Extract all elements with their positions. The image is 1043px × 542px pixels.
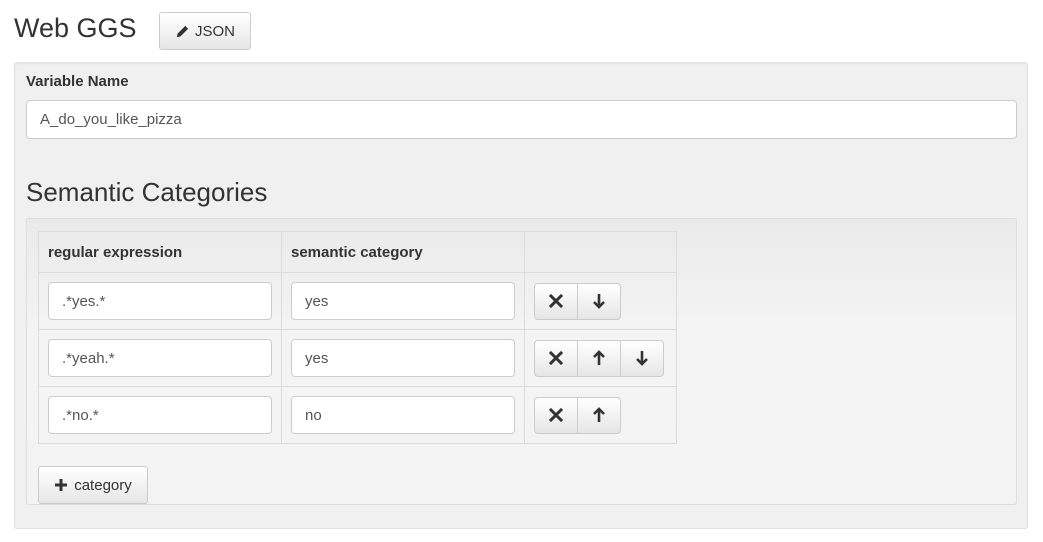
add-category-button[interactable]: category — [38, 466, 148, 504]
close-icon — [549, 408, 563, 422]
remove-row-button[interactable] — [534, 339, 578, 377]
move-up-button[interactable] — [577, 339, 621, 377]
move-down-button[interactable] — [620, 339, 664, 377]
table-header-row: regular expression semantic category — [38, 231, 677, 273]
column-header-regex: regular expression — [38, 231, 282, 273]
row-actions — [534, 282, 621, 320]
arrow-down-icon — [636, 351, 648, 366]
move-up-button[interactable] — [577, 396, 621, 434]
pencil-icon — [176, 25, 189, 37]
column-header-actions — [524, 231, 677, 273]
row-actions — [534, 396, 621, 434]
categories-panel: regular expression semantic category .*y… — [26, 218, 1017, 505]
variable-name-label: Variable Name — [26, 73, 129, 90]
semantic-categories-title: Semantic Categories — [26, 177, 268, 207]
regex-input[interactable] — [48, 282, 272, 320]
table-row — [38, 329, 677, 387]
arrow-down-icon — [593, 294, 605, 309]
json-button[interactable]: JSON — [159, 12, 251, 50]
close-icon — [549, 351, 563, 365]
variable-panel: Variable Name Semantic Categories regula… — [14, 62, 1028, 529]
remove-row-button[interactable] — [534, 282, 578, 320]
category-input[interactable] — [291, 339, 515, 377]
plus-icon — [55, 479, 68, 491]
move-down-button[interactable] — [577, 282, 621, 320]
regex-input[interactable] — [48, 339, 272, 377]
add-category-label: category — [74, 476, 132, 494]
json-button-label: JSON — [194, 22, 235, 40]
row-actions — [534, 339, 664, 377]
category-input[interactable] — [291, 282, 515, 320]
category-input[interactable] — [291, 396, 515, 434]
regex-input[interactable] — [48, 396, 272, 434]
table-row — [38, 386, 677, 444]
arrow-up-icon — [593, 407, 605, 422]
close-icon — [549, 294, 563, 308]
remove-row-button[interactable] — [534, 396, 578, 434]
column-header-category: semantic category — [281, 231, 525, 273]
variable-name-input[interactable] — [26, 100, 1017, 139]
categories-table: regular expression semantic category — [38, 231, 677, 444]
arrow-up-icon — [593, 350, 605, 365]
table-row — [38, 272, 677, 330]
app-title: Web GGS — [14, 13, 137, 43]
